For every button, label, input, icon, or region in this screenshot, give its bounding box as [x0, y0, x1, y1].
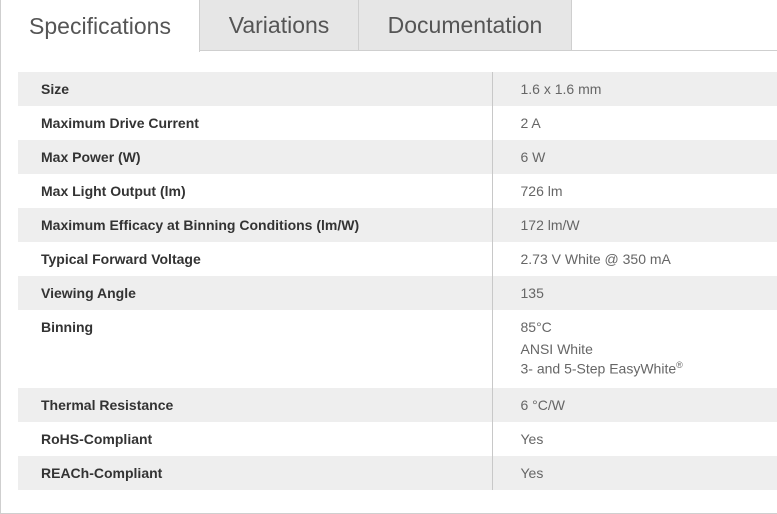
- table-row: Size 1.6 x 1.6 mm: [18, 72, 777, 106]
- spec-label: RoHS-Compliant: [18, 422, 493, 456]
- spec-label: Maximum Drive Current: [18, 106, 493, 140]
- table-row: Typical Forward Voltage 2.73 V White @ 3…: [18, 242, 777, 276]
- spec-value: Yes: [520, 465, 544, 481]
- spec-label: REACh-Compliant: [18, 456, 493, 490]
- tab-bar: Specifications Variations Documentation: [0, 0, 777, 52]
- spec-label: Max Light Output (lm): [18, 174, 493, 208]
- spec-label: Typical Forward Voltage: [18, 242, 493, 276]
- table-row: Max Power (W) 6 W: [18, 140, 777, 174]
- table-row: Max Light Output (lm) 726 lm: [18, 174, 777, 208]
- spec-value: Yes: [520, 431, 544, 447]
- table-row: RoHS-Compliant Yes: [18, 422, 777, 456]
- tab-documentation[interactable]: Documentation: [359, 0, 572, 51]
- tab-variations[interactable]: Variations: [200, 0, 359, 51]
- spec-label: Max Power (W): [18, 140, 493, 174]
- spec-value: 172 lm/W: [520, 217, 580, 233]
- spec-value: 2 A: [520, 115, 541, 131]
- table-row: Viewing Angle 135: [18, 276, 777, 310]
- spec-value-line: ANSI White: [520, 341, 593, 357]
- spec-value: 135: [520, 285, 544, 301]
- tab-bar-filler: [572, 0, 777, 51]
- table-row: Thermal Resistance 6 °C/W: [18, 388, 777, 422]
- table-row: Maximum Drive Current 2 A: [18, 106, 777, 140]
- table-row: Maximum Efficacy at Binning Conditions (…: [18, 208, 777, 242]
- spec-value: 1.6 x 1.6 mm: [520, 81, 602, 97]
- specifications-table: Size 1.6 x 1.6 mm Maximum Drive Current …: [18, 72, 777, 490]
- table-row: REACh-Compliant Yes: [18, 456, 777, 490]
- spec-label: Viewing Angle: [18, 276, 493, 310]
- spec-value-line: 85°C: [520, 319, 552, 335]
- specifications-panel: Size 1.6 x 1.6 mm Maximum Drive Current …: [0, 51, 777, 514]
- table-row: Binning 85°C ANSI White 3- and 5-Step Ea…: [18, 310, 777, 388]
- spec-label: Size: [18, 72, 493, 106]
- spec-label: Thermal Resistance: [18, 388, 493, 422]
- spec-value: 726 lm: [520, 183, 563, 199]
- tab-specifications[interactable]: Specifications: [0, 0, 200, 52]
- spec-value: 6 °C/W: [520, 397, 566, 413]
- spec-label: Binning: [18, 310, 493, 388]
- spec-value: 2.73 V White @ 350 mA: [520, 251, 671, 267]
- spec-value: 6 W: [520, 149, 546, 165]
- spec-label: Maximum Efficacy at Binning Conditions (…: [18, 208, 493, 242]
- spec-value: 85°C ANSI White 3- and 5-Step EasyWhite®: [492, 310, 777, 388]
- spec-value-line: 3- and 5-Step EasyWhite®: [520, 360, 683, 377]
- registered-mark: ®: [676, 360, 683, 370]
